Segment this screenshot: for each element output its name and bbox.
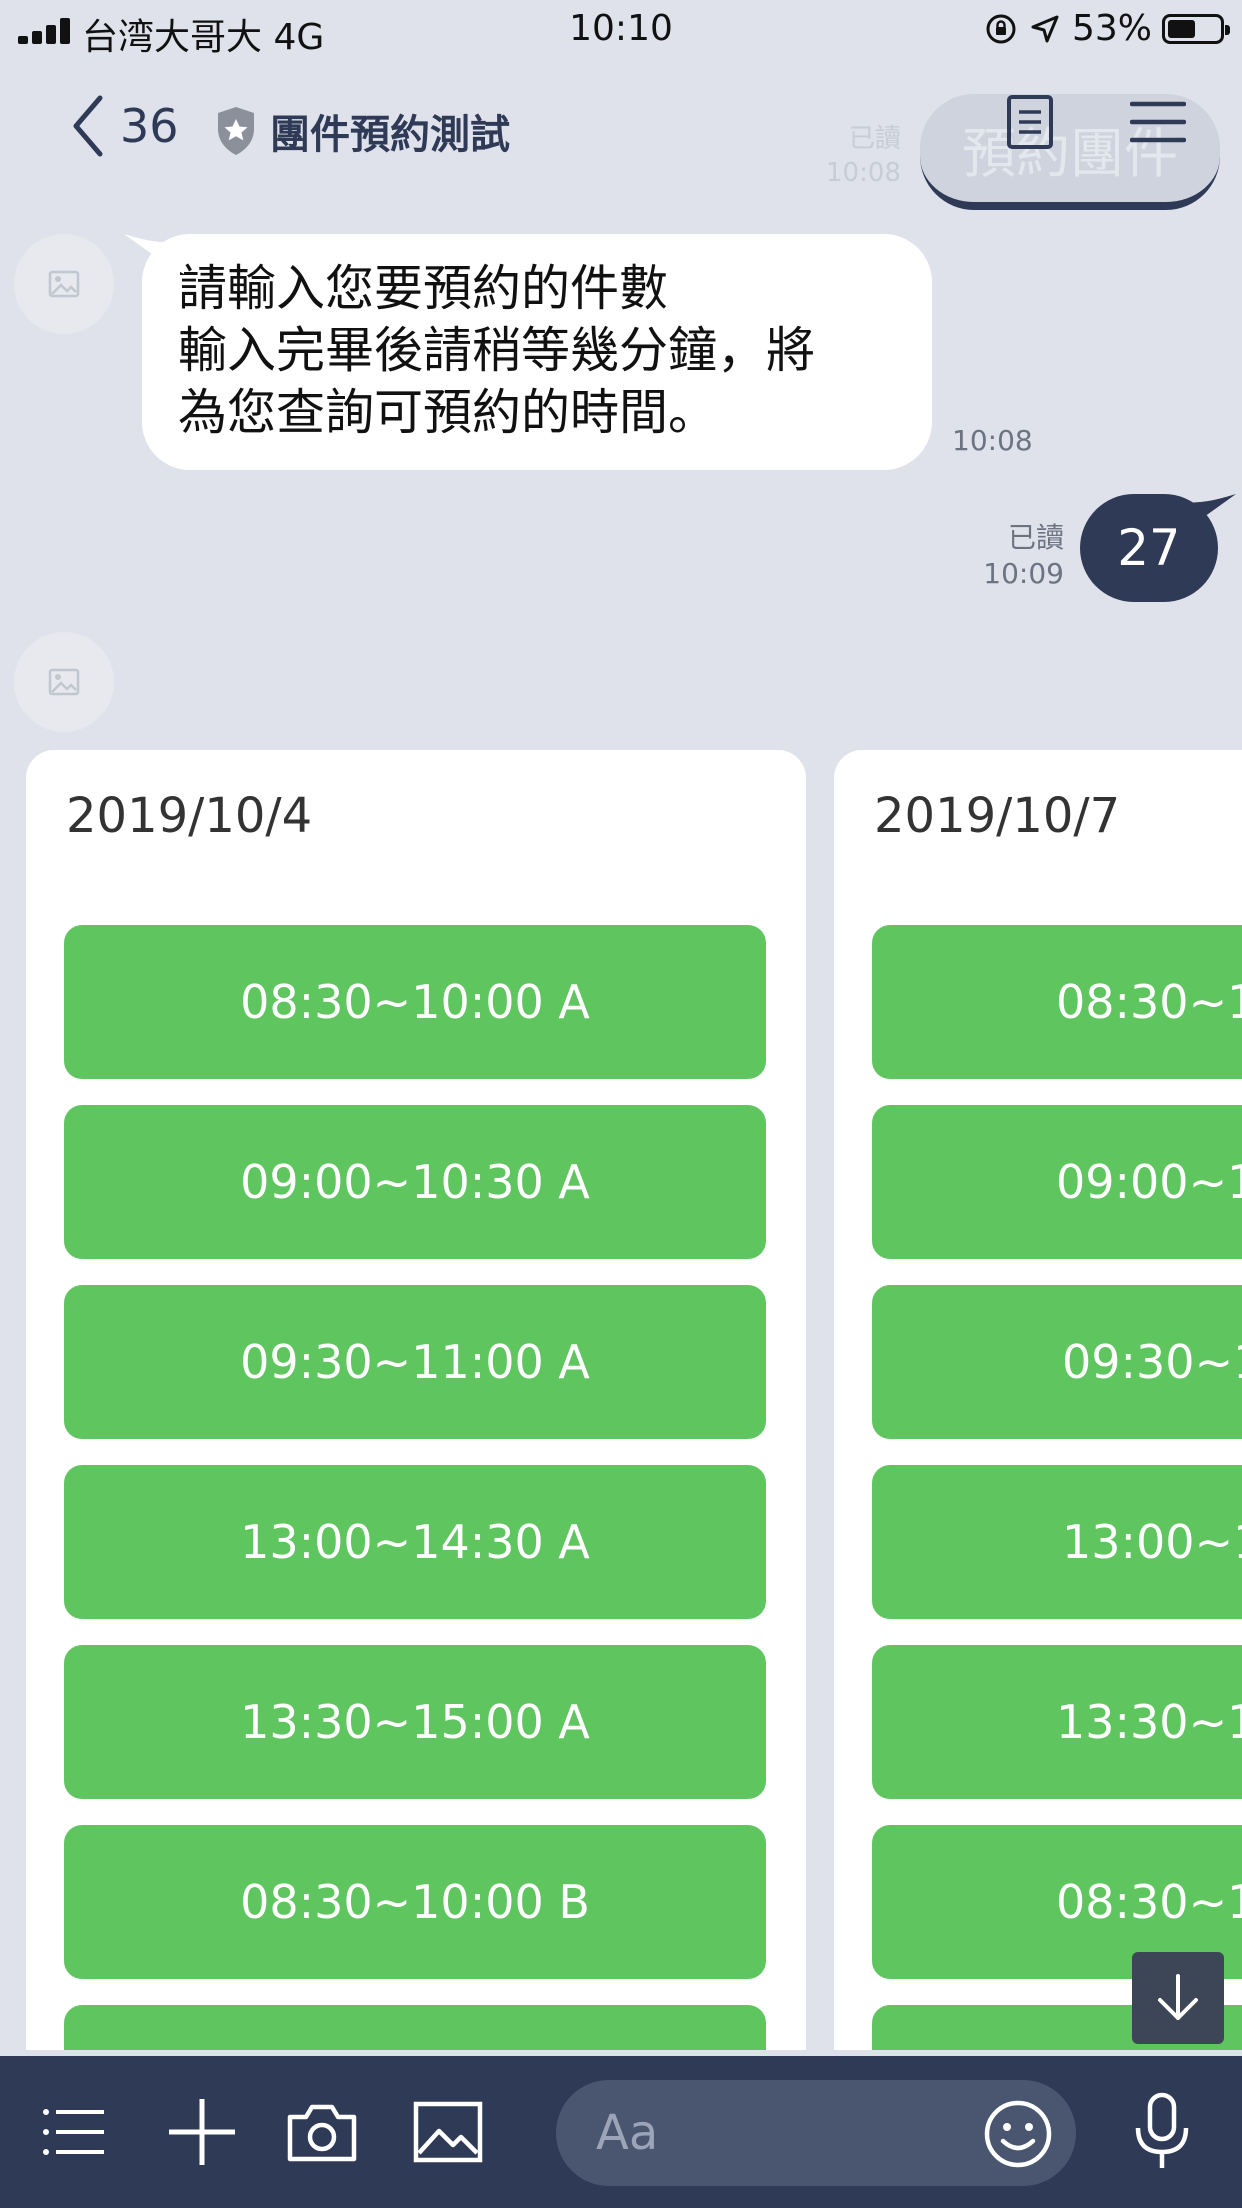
chat-header: 36 團件預約測試 bbox=[0, 80, 1242, 180]
date-card: 2019/10/7 08:30~1 09:00~1 09:30~1 13:00~… bbox=[834, 750, 1242, 2050]
camera-icon bbox=[287, 2104, 357, 2162]
bubble-tail bbox=[1176, 494, 1236, 534]
time-slot-button[interactable]: 08:30~10:00 A bbox=[64, 925, 766, 1079]
chat-title: 團件預約測試 bbox=[270, 112, 510, 158]
time-slot-button[interactable]: 08:30~10:00 B bbox=[64, 1825, 766, 1979]
back-button[interactable]: 36 bbox=[70, 94, 179, 158]
time-slot-button[interactable]: 13:30~1 bbox=[872, 1645, 1242, 1799]
smiley-icon bbox=[984, 2100, 1052, 2168]
image-placeholder-icon bbox=[48, 668, 80, 696]
time-slot-button[interactable]: 08:30~1 bbox=[872, 925, 1242, 1079]
time-slot-button[interactable]: 09:00~10:30 A bbox=[64, 1105, 766, 1259]
outgoing-message-text: 27 bbox=[1117, 519, 1181, 577]
header-actions bbox=[1006, 94, 1186, 150]
camera-button[interactable] bbox=[282, 2092, 362, 2172]
microphone-icon bbox=[1135, 2092, 1189, 2168]
status-bar: 台湾大哥大 4G 10:10 53% bbox=[0, 0, 1242, 60]
scroll-to-bottom-button[interactable] bbox=[1132, 1952, 1224, 2044]
chat-title-group[interactable]: 團件預約測試 bbox=[214, 102, 510, 160]
unread-count: 36 bbox=[120, 99, 179, 153]
voice-button[interactable] bbox=[1122, 2092, 1202, 2172]
time-slot-button[interactable]: 09:30~11:00 A bbox=[64, 1285, 766, 1439]
date-card: 2019/10/4 08:30~10:00 A 09:00~10:30 A 09… bbox=[26, 750, 806, 2050]
orientation-lock-icon bbox=[984, 12, 1018, 46]
incoming-message-bubble[interactable]: 請輸入您要預約的件數 輸入完畢後請稍等幾分鐘，將 為您查詢可預約的時間。 bbox=[124, 234, 932, 470]
keyboard-menu-button[interactable] bbox=[34, 2092, 114, 2172]
battery-icon bbox=[1162, 13, 1230, 44]
read-label: 已讀 bbox=[1007, 521, 1064, 554]
official-shield-icon bbox=[218, 107, 254, 155]
card-date: 2019/10/4 bbox=[66, 788, 313, 844]
outgoing-message-bubble[interactable]: 27 bbox=[1080, 494, 1236, 602]
plus-icon bbox=[169, 2099, 235, 2165]
date-carousel[interactable]: 2019/10/4 08:30~10:00 A 09:00~10:30 A 09… bbox=[0, 750, 1242, 2050]
time-slot-button[interactable] bbox=[64, 2005, 766, 2050]
incoming-message-time: 10:08 bbox=[952, 424, 1033, 457]
outgoing-message-time: 10:09 bbox=[983, 557, 1064, 590]
read-receipt: 已讀 10:09 bbox=[983, 520, 1064, 592]
plus-button[interactable] bbox=[162, 2092, 242, 2172]
menu-icon[interactable] bbox=[1130, 100, 1186, 144]
time-slot-button[interactable]: 09:30~1 bbox=[872, 1285, 1242, 1439]
gallery-button[interactable] bbox=[408, 2092, 488, 2172]
message-line: 為您查詢可預約的時間。 bbox=[178, 384, 718, 441]
time-slot-button[interactable]: 13:00~1 bbox=[872, 1465, 1242, 1619]
bubble-tail bbox=[124, 234, 184, 274]
message-line: 請輸入您要預約的件數 bbox=[178, 260, 669, 317]
image-placeholder-icon bbox=[48, 270, 80, 298]
chevron-left-icon bbox=[73, 95, 103, 157]
battery-percent: 53% bbox=[1071, 8, 1152, 49]
time-slot-button[interactable]: 09:00~1 bbox=[872, 1105, 1242, 1259]
line-chat-screen: 台湾大哥大 4G 10:10 53% 已讀 10:08 預約團件 36 團件預約… bbox=[0, 0, 1242, 2208]
image-icon bbox=[413, 2101, 483, 2163]
battery-cap bbox=[1225, 24, 1230, 35]
message-input-bar bbox=[0, 2056, 1242, 2208]
status-right-group: 53% bbox=[984, 8, 1230, 49]
location-arrow-icon bbox=[1028, 12, 1062, 46]
emoji-button[interactable] bbox=[982, 2098, 1054, 2170]
list-menu-icon bbox=[43, 2109, 104, 2155]
bot-avatar[interactable] bbox=[14, 632, 114, 732]
time-slot-button[interactable]: 13:30~15:00 A bbox=[64, 1645, 766, 1799]
time-slot-button[interactable]: 13:00~14:30 A bbox=[64, 1465, 766, 1619]
message-line: 輸入完畢後請稍等幾分鐘，將 bbox=[178, 322, 816, 379]
bot-avatar[interactable] bbox=[14, 234, 114, 334]
battery-fill bbox=[1168, 19, 1195, 38]
notes-icon[interactable] bbox=[1006, 94, 1054, 150]
arrow-down-icon bbox=[1158, 1974, 1198, 2020]
card-date: 2019/10/7 bbox=[874, 788, 1121, 844]
